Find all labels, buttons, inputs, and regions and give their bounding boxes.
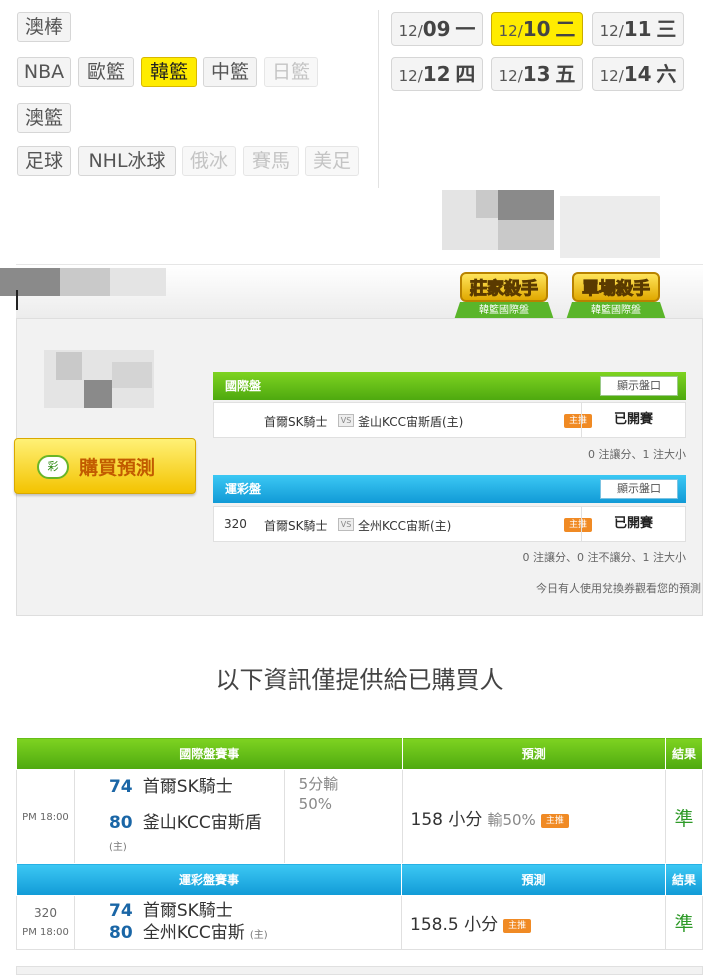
date-1212[interactable]: 12/12 四 bbox=[391, 57, 483, 91]
intl-status: 已開賽 bbox=[581, 403, 685, 437]
intl-team-1: 首爾SK騎士 bbox=[142, 777, 233, 797]
buyers-only-notice: 以下資訊僅提供給已購買人 bbox=[215, 666, 504, 694]
sport-chip-horse-racing: 賽馬 bbox=[243, 146, 299, 176]
vs-icon: VS bbox=[338, 414, 354, 427]
intl-score-2: 80 bbox=[108, 813, 133, 833]
lottery-team-2: 全州KCC宙斯 bbox=[142, 922, 245, 943]
intl-pred-value: 158 小分 bbox=[410, 810, 483, 830]
sport-chip-eu-basketball[interactable]: 歐籃 bbox=[78, 57, 134, 87]
lottery-away-team: 全州KCC宙斯(主) bbox=[358, 519, 452, 533]
lottery-game-info: 320 PM 18:00 bbox=[16, 895, 75, 950]
lottery-game-number: 320 bbox=[224, 517, 247, 531]
divider bbox=[378, 10, 379, 188]
lottery-match-row: 320 首爾SK騎士 VS 全州KCC宙斯(主) 主推 已開賽 bbox=[213, 506, 686, 542]
lottery-game-time: PM 18:00 bbox=[22, 926, 69, 938]
lottery-result-header-prediction: 預測 bbox=[401, 863, 666, 896]
intl-result-teams: 74 首爾SK騎士 80 釜山KCC宙斯盾 (主) bbox=[73, 769, 285, 866]
intl-prediction: 158 小分 輸50% 主推 bbox=[401, 769, 667, 866]
intl-result-mark: 準 bbox=[665, 769, 703, 866]
intl-summary: 0 注讓分、1 注大小 bbox=[588, 448, 686, 461]
sport-chip-ru-hockey: 俄冰 bbox=[182, 146, 236, 176]
date-1210[interactable]: 12/10 二 bbox=[491, 12, 583, 46]
exchange-note: 今日有人使用兌換券觀看您的預測 bbox=[536, 582, 701, 595]
lottery-status: 已開賽 bbox=[581, 507, 685, 541]
date-1213[interactable]: 12/13 五 bbox=[491, 57, 583, 91]
lottery-score-2: 80 bbox=[109, 922, 133, 943]
lottery-result-teams: 74 首爾SK騎士 80 全州KCC宙斯 (主) bbox=[74, 895, 402, 950]
lottery-home-team: 首爾SK騎士 bbox=[264, 519, 328, 533]
intl-result-header-prediction: 預測 bbox=[401, 737, 667, 770]
sport-chip-au-baseball[interactable]: 澳棒 bbox=[17, 12, 71, 42]
intl-team-2: 釜山KCC宙斯盾 bbox=[142, 813, 262, 833]
lottery-show-odds-button[interactable]: 顯示盤口 bbox=[600, 479, 678, 499]
lottery-result-table: 運彩盤賽事 預測 結果 320 PM 18:00 74 首爾SK騎士 80 全州… bbox=[16, 863, 703, 950]
intl-result-header-result: 結果 bbox=[665, 737, 703, 770]
sport-chip-nba[interactable]: NBA bbox=[17, 57, 71, 87]
lottery-result-header-result: 結果 bbox=[665, 863, 703, 896]
intl-line-info: 5分輸 50% bbox=[284, 769, 403, 866]
intl-host-mark: (主) bbox=[108, 842, 127, 853]
lottery-score-1: 74 bbox=[109, 900, 133, 921]
lottery-num: 320 bbox=[34, 905, 57, 920]
vs-icon: VS bbox=[338, 518, 354, 531]
date-1214[interactable]: 12/14 六 bbox=[592, 57, 684, 91]
intl-pred-tag: 主推 bbox=[540, 813, 569, 828]
sport-chip-cn-basketball[interactable]: 中籃 bbox=[203, 57, 257, 87]
date-1211[interactable]: 12/11 三 bbox=[592, 12, 684, 46]
intl-away-team: 釜山KCC宙斯盾(主) bbox=[358, 415, 464, 429]
buy-prediction-button[interactable]: 彩 購買預測 bbox=[14, 438, 196, 494]
intl-result-table: 國際盤賽事 預測 結果 PM 18:00 74 首爾SK騎士 80 釜山KCC宙… bbox=[16, 737, 703, 866]
lottery-pred-value: 158.5 小分 bbox=[410, 915, 499, 935]
sport-chip-us-football: 美足 bbox=[305, 146, 359, 176]
intl-result-header-match: 國際盤賽事 bbox=[16, 737, 403, 770]
sport-chip-jp-basketball: 日籃 bbox=[264, 57, 318, 87]
sport-chip-nhl[interactable]: NHL冰球 bbox=[78, 146, 176, 176]
sport-chip-soccer[interactable]: 足球 bbox=[17, 146, 71, 176]
sport-chip-kr-basketball[interactable]: 韓籃 bbox=[141, 57, 197, 87]
lottery-host-mark: (主) bbox=[249, 929, 268, 941]
intl-pred-extra: 輸50% bbox=[487, 811, 536, 829]
intl-score-1: 74 bbox=[108, 777, 133, 797]
intl-line-header: 國際盤 顯示盤口 bbox=[213, 372, 686, 400]
lottery-team-1: 首爾SK騎士 bbox=[142, 900, 233, 921]
intl-game-time: PM 18:00 bbox=[16, 769, 75, 866]
lottery-result-header-match: 運彩盤賽事 bbox=[16, 863, 402, 896]
lottery-result-mark: 準 bbox=[665, 895, 703, 950]
next-section-edge bbox=[16, 966, 703, 975]
intl-home-team: 首爾SK騎士 bbox=[264, 415, 328, 429]
lottery-pred-tag: 主推 bbox=[503, 918, 532, 933]
sport-chip-au-basketball[interactable]: 澳籃 bbox=[17, 103, 71, 133]
lottery-line-header: 運彩盤 顯示盤口 bbox=[213, 475, 686, 503]
lottery-prediction: 158.5 小分 主推 bbox=[401, 895, 666, 950]
date-1209[interactable]: 12/09 一 bbox=[391, 12, 483, 46]
coin-icon: 彩 bbox=[37, 455, 69, 479]
intl-match-row: 首爾SK騎士 VS 釜山KCC宙斯盾(主) 主推 已開賽 bbox=[213, 402, 686, 438]
intl-show-odds-button[interactable]: 顯示盤口 bbox=[600, 376, 678, 396]
lottery-summary: 0 注讓分、0 注不讓分、1 注大小 bbox=[522, 551, 687, 564]
